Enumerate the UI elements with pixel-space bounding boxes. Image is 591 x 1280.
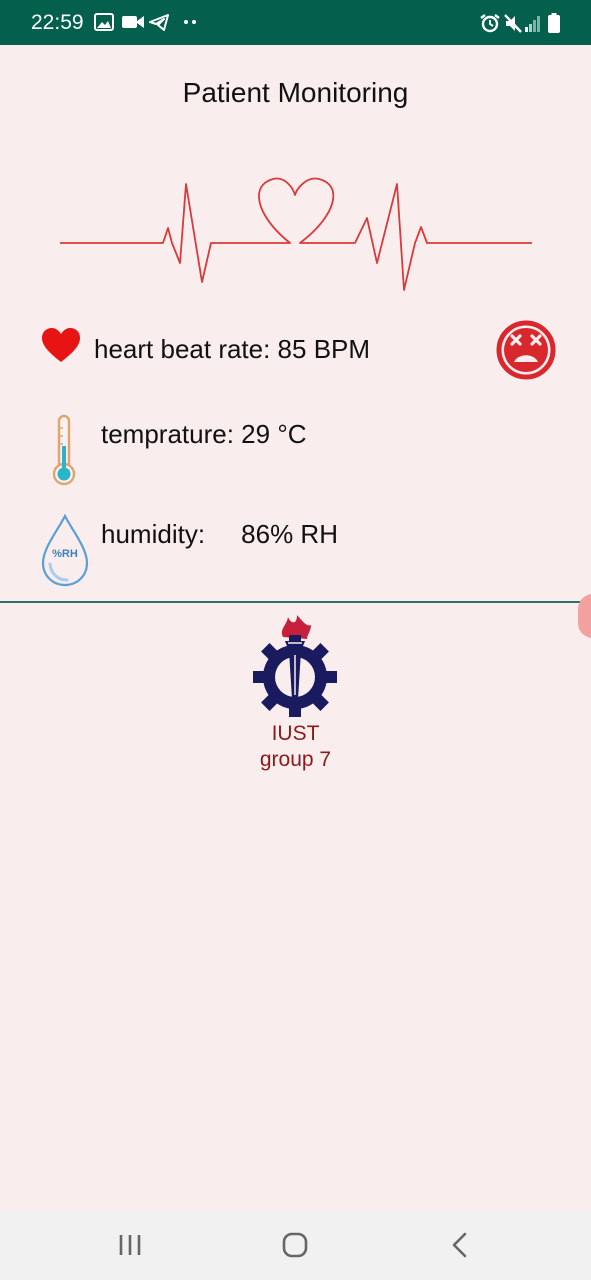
logo-text-line2: group 7 bbox=[259, 748, 332, 771]
navigation-bar bbox=[0, 1210, 591, 1280]
back-button[interactable] bbox=[450, 1232, 470, 1258]
humidity-drop-icon: %RH bbox=[41, 514, 89, 587]
heart-rate-label: heart beat rate: 85 BPM bbox=[94, 334, 371, 364]
video-icon bbox=[122, 16, 144, 28]
temperature-label: temprature: 29 °C bbox=[101, 419, 307, 449]
heart-icon bbox=[42, 328, 80, 362]
mute-icon bbox=[504, 14, 522, 33]
thermometer-icon bbox=[52, 414, 76, 486]
telegram-icon bbox=[149, 14, 169, 31]
battery-icon bbox=[548, 13, 560, 33]
more-dots-icon bbox=[184, 20, 196, 24]
heartbeat-line-icon bbox=[60, 177, 532, 291]
humidity-drop-label: %RH bbox=[52, 548, 78, 560]
logo-text-line1: IUST bbox=[271, 722, 320, 745]
iust-logo-icon bbox=[253, 615, 337, 717]
edge-panel-handle[interactable] bbox=[578, 594, 591, 638]
alarm-icon bbox=[480, 14, 500, 33]
signal-icon bbox=[525, 16, 540, 32]
sad-face-icon bbox=[496, 320, 556, 380]
recent-apps-button[interactable] bbox=[118, 1232, 142, 1258]
humidity-label: humidity: 86% RH bbox=[101, 519, 338, 549]
status-time: 22:59 bbox=[31, 11, 84, 34]
page-title: Patient Monitoring bbox=[182, 77, 409, 108]
image-icon bbox=[94, 13, 114, 31]
home-button[interactable] bbox=[282, 1232, 308, 1258]
status-bar: 22:59 bbox=[0, 0, 591, 45]
section-divider bbox=[0, 601, 591, 603]
